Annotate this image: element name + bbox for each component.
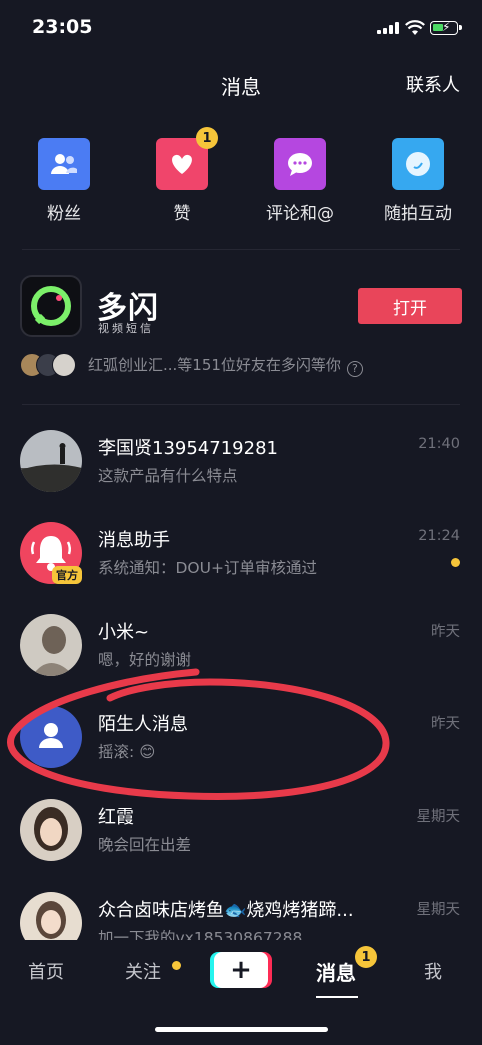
status-bar: 23:05 ⚡ <box>0 0 482 58</box>
conversation-name: 小米~ <box>98 622 150 643</box>
likes-button[interactable]: 1 赞 <box>137 127 227 224</box>
duoshan-subtitle: 视频短信 <box>98 322 154 335</box>
conversation-item[interactable]: 小米~ 嗯，好的谢谢 昨天 <box>0 614 482 706</box>
heart-icon: 1 <box>156 127 218 190</box>
conversation-name: 陌生人消息 <box>98 714 188 735</box>
person-icon <box>20 706 82 768</box>
create-button[interactable]: + <box>210 952 272 988</box>
active-tab-indicator <box>316 996 358 998</box>
cellular-signal-icon <box>377 22 399 34</box>
conversation-time: 21:24 <box>418 528 460 544</box>
friends-text: 红弧创业汇...等151位好友在多闪等你? <box>88 354 363 377</box>
conversation-preview: 嗯，好的谢谢 <box>98 651 192 669</box>
conversation-name: 红霞 <box>98 807 134 828</box>
conversation-time: 星期天 <box>416 902 461 918</box>
fans-label: 粉丝 <box>47 204 81 224</box>
status-time: 23:05 <box>32 16 93 38</box>
conversation-preview: 摇滚: 😊 <box>98 743 156 761</box>
divider <box>22 404 460 405</box>
conversation-preview: 这款产品有什么特点 <box>98 467 238 485</box>
duoshan-logo[interactable] <box>20 275 82 337</box>
messages-badge: 1 <box>355 946 377 968</box>
fans-button[interactable]: 粉丝 <box>19 138 109 224</box>
open-duoshan-button[interactable]: 打开 <box>358 288 462 324</box>
conversation-item[interactable]: 陌生人消息 摇滚: 😊 昨天 <box>0 706 482 798</box>
tab-messages[interactable]: 消息 <box>316 957 356 986</box>
fans-icon <box>38 138 90 190</box>
likes-label: 赞 <box>173 204 191 224</box>
moment-label: 随拍互动 <box>384 204 452 224</box>
moment-interaction-button[interactable]: 随拍互动 <box>373 138 463 224</box>
avatar <box>20 799 82 861</box>
unread-dot <box>451 558 460 567</box>
comment-icon <box>274 138 326 190</box>
comments-button[interactable]: 评论和@ <box>255 138 345 224</box>
conversation-time: 21:40 <box>418 436 460 452</box>
divider <box>22 249 460 250</box>
duoshan-friends-row[interactable]: 红弧创业汇...等151位好友在多闪等你? <box>20 352 363 378</box>
home-indicator <box>155 1027 328 1032</box>
follow-unread-dot <box>172 961 181 970</box>
conversation-name: 消息助手 <box>98 530 170 551</box>
tab-home[interactable]: 首页 <box>28 958 64 984</box>
conversation-item[interactable]: 李国贤13954719281 这款产品有什么特点 21:40 <box>0 430 482 522</box>
moment-icon <box>392 138 444 190</box>
help-icon[interactable]: ? <box>346 360 363 377</box>
official-badge: 官方 <box>52 566 82 584</box>
likes-badge: 1 <box>196 127 218 149</box>
conversation-time: 昨天 <box>431 716 460 732</box>
friend-avatar <box>52 353 76 377</box>
conversation-item[interactable]: 红霞 晚会回在出差 星期天 <box>0 799 482 891</box>
contacts-link[interactable]: 联系人 <box>406 71 460 97</box>
tab-follow[interactable]: 关注 <box>125 958 161 984</box>
conversation-name: 众合卤味店烤鱼🐟烧鸡烤猪蹄... <box>98 900 354 921</box>
comments-label: 评论和@ <box>266 204 334 224</box>
avatar <box>20 430 82 492</box>
avatar <box>20 614 82 676</box>
conversation-preview: 晚会回在出差 <box>98 836 192 854</box>
conversation-time: 昨天 <box>431 624 460 640</box>
conversation-preview: 系统通知：DOU+订单审核通过 <box>98 559 317 577</box>
wifi-icon <box>405 20 425 35</box>
battery-icon: ⚡ <box>430 20 462 35</box>
plus-icon: + <box>214 952 268 988</box>
conversation-name: 李国贤13954719281 <box>98 438 278 459</box>
conversation-time: 星期天 <box>416 809 461 825</box>
tab-me[interactable]: 我 <box>424 958 442 984</box>
